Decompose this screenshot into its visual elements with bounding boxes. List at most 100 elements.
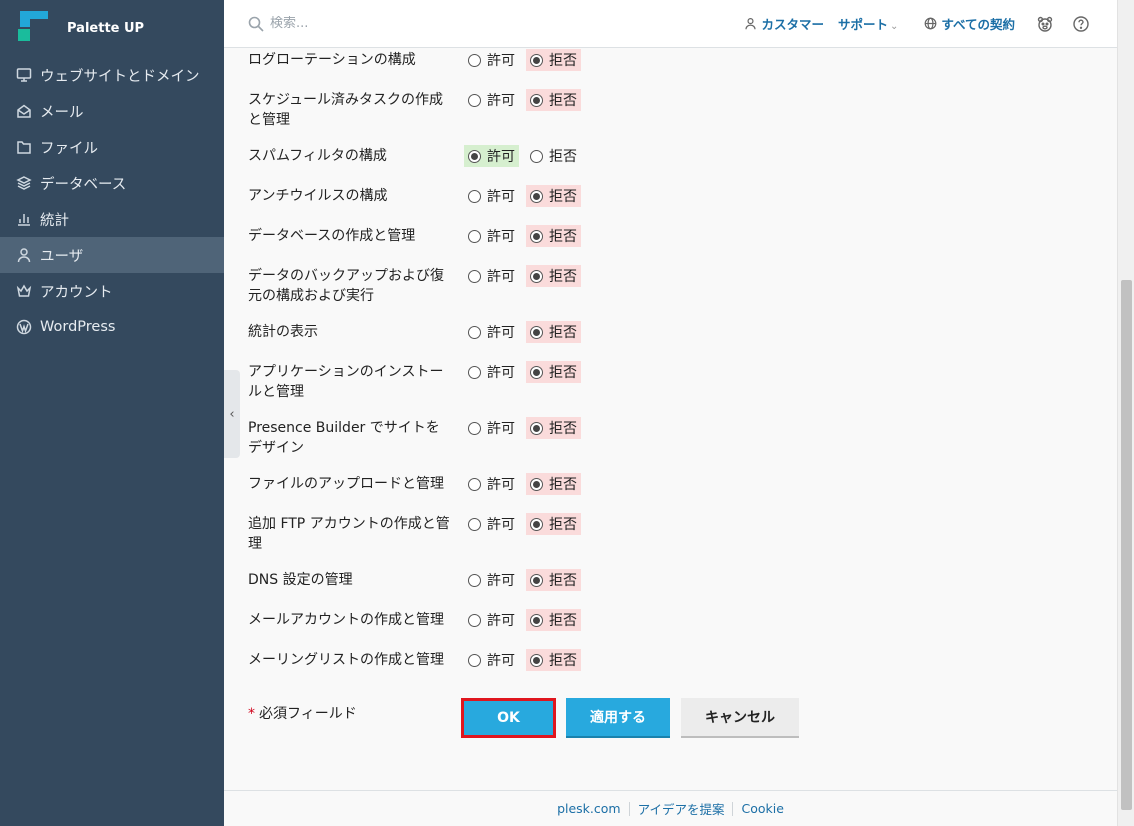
allow-label: 許可 (487, 365, 515, 381)
radio-dot-icon (468, 93, 481, 107)
search-input[interactable] (270, 16, 510, 31)
allow-radio[interactable]: 許可 (464, 145, 519, 167)
footer-link-ideas[interactable]: アイデアを提案 (630, 799, 733, 818)
top-nav: カスタマー サポート ⌄ すべての契約 (744, 14, 1089, 33)
sidebar-item-0[interactable]: ウェブサイトとドメイン (0, 57, 224, 93)
sidebar-item-label: ユーザ (40, 248, 84, 265)
radio-dot-icon (530, 365, 543, 379)
permission-label: スパムフィルタの構成 (248, 148, 387, 164)
radio-dot-icon (530, 269, 543, 283)
radio-dot-icon (468, 613, 481, 627)
allow-radio[interactable]: 許可 (464, 49, 519, 71)
bear-icon[interactable] (1037, 16, 1053, 32)
permission-label: データベースの作成と管理 (248, 228, 416, 244)
radio-dot-icon (530, 93, 543, 107)
allow-radio[interactable]: 許可 (464, 417, 519, 439)
radio-dot-icon (468, 325, 481, 339)
radio-dot-icon (468, 573, 481, 587)
deny-label: 拒否 (549, 365, 577, 381)
customer-label: カスタマー (761, 17, 824, 32)
deny-radio[interactable]: 拒否 (526, 417, 581, 439)
sidebar-item-label: 統計 (40, 212, 69, 229)
deny-label: 拒否 (549, 325, 577, 341)
radio-dot-icon (530, 325, 543, 339)
wordpress-icon (16, 319, 32, 335)
allow-label: 許可 (487, 653, 515, 669)
sidebar-item-3[interactable]: データベース (0, 165, 224, 201)
sidebar-item-1[interactable]: メール (0, 93, 224, 129)
search-icon (248, 16, 264, 32)
radio-dot-icon (468, 517, 481, 531)
radio-dot-icon (530, 421, 543, 435)
radio-dot-icon (468, 653, 481, 667)
deny-label: 拒否 (549, 573, 577, 589)
required-label: 必須フィールド (259, 706, 357, 722)
deny-radio[interactable]: 拒否 (526, 609, 581, 631)
deny-radio[interactable]: 拒否 (526, 321, 581, 343)
chevron-down-icon: ⌄ (889, 21, 899, 32)
sidebar-item-2[interactable]: ファイル (0, 129, 224, 165)
help-icon[interactable] (1073, 15, 1089, 32)
support-menu[interactable]: サポート ⌄ (838, 14, 898, 33)
brand[interactable]: Palette UP (0, 0, 224, 56)
allow-radio[interactable]: 許可 (464, 513, 519, 535)
apply-button[interactable]: 適用する (566, 698, 670, 738)
scrollbar-thumb[interactable] (1121, 280, 1132, 810)
permission-label: 追加 FTP アカウントの作成と管理 (248, 516, 450, 552)
allow-label: 許可 (487, 229, 515, 245)
sidebar-item-label: ファイル (40, 140, 98, 157)
radio-dot-icon (468, 53, 481, 67)
radio-dot-icon (468, 365, 481, 379)
deny-label: 拒否 (549, 189, 577, 205)
sidebar-collapse-handle[interactable]: ‹ (224, 370, 240, 458)
deny-label: 拒否 (549, 229, 577, 245)
deny-radio[interactable]: 拒否 (526, 265, 581, 287)
sidebar-item-label: ウェブサイトとドメイン (40, 68, 200, 85)
sidebar-item-6[interactable]: アカウント (0, 273, 224, 309)
deny-radio[interactable]: 拒否 (526, 89, 581, 111)
allow-radio[interactable]: 許可 (464, 185, 519, 207)
sidebar-item-label: アカウント (40, 284, 113, 301)
deny-radio[interactable]: 拒否 (526, 513, 581, 535)
deny-radio[interactable]: 拒否 (526, 361, 581, 383)
footer-link-cookie[interactable]: Cookie (733, 801, 791, 816)
customer-menu[interactable]: カスタマー (744, 14, 824, 33)
sidebar-item-label: WordPress (40, 319, 116, 335)
scrollbar[interactable] (1117, 0, 1134, 826)
radio-dot-icon (468, 269, 481, 283)
deny-radio[interactable]: 拒否 (526, 473, 581, 495)
deny-radio[interactable]: 拒否 (526, 49, 581, 71)
allow-radio[interactable]: 許可 (464, 265, 519, 287)
allow-radio[interactable]: 許可 (464, 473, 519, 495)
deny-label: 拒否 (549, 421, 577, 437)
allow-radio[interactable]: 許可 (464, 89, 519, 111)
allow-label: 許可 (487, 149, 515, 165)
permission-label: アンチウイルスの構成 (248, 188, 388, 204)
deny-label: 拒否 (549, 653, 577, 669)
sidebar-item-4[interactable]: 統計 (0, 201, 224, 237)
deny-radio[interactable]: 拒否 (526, 225, 581, 247)
deny-radio[interactable]: 拒否 (526, 145, 581, 167)
allow-radio[interactable]: 許可 (464, 649, 519, 671)
sidebar-item-label: メール (40, 104, 84, 121)
permission-label: DNS 設定の管理 (248, 572, 353, 588)
allow-label: 許可 (487, 189, 515, 205)
subscriptions-menu[interactable]: すべての契約 (924, 14, 1015, 33)
allow-radio[interactable]: 許可 (464, 361, 519, 383)
deny-radio[interactable]: 拒否 (526, 185, 581, 207)
ok-button[interactable]: OK (461, 698, 556, 738)
sidebar-item-5[interactable]: ユーザ (0, 237, 224, 273)
footer-link-plesk[interactable]: plesk.com (549, 801, 629, 816)
allow-radio[interactable]: 許可 (464, 321, 519, 343)
deny-radio[interactable]: 拒否 (526, 569, 581, 591)
allow-label: 許可 (487, 477, 515, 493)
allow-label: 許可 (487, 573, 515, 589)
sidebar-item-7[interactable]: WordPress (0, 309, 224, 345)
allow-radio[interactable]: 許可 (464, 569, 519, 591)
allow-label: 許可 (487, 517, 515, 533)
cancel-button[interactable]: キャンセル (681, 698, 799, 738)
deny-radio[interactable]: 拒否 (526, 649, 581, 671)
radio-dot-icon (530, 53, 543, 67)
allow-radio[interactable]: 許可 (464, 609, 519, 631)
allow-radio[interactable]: 許可 (464, 225, 519, 247)
